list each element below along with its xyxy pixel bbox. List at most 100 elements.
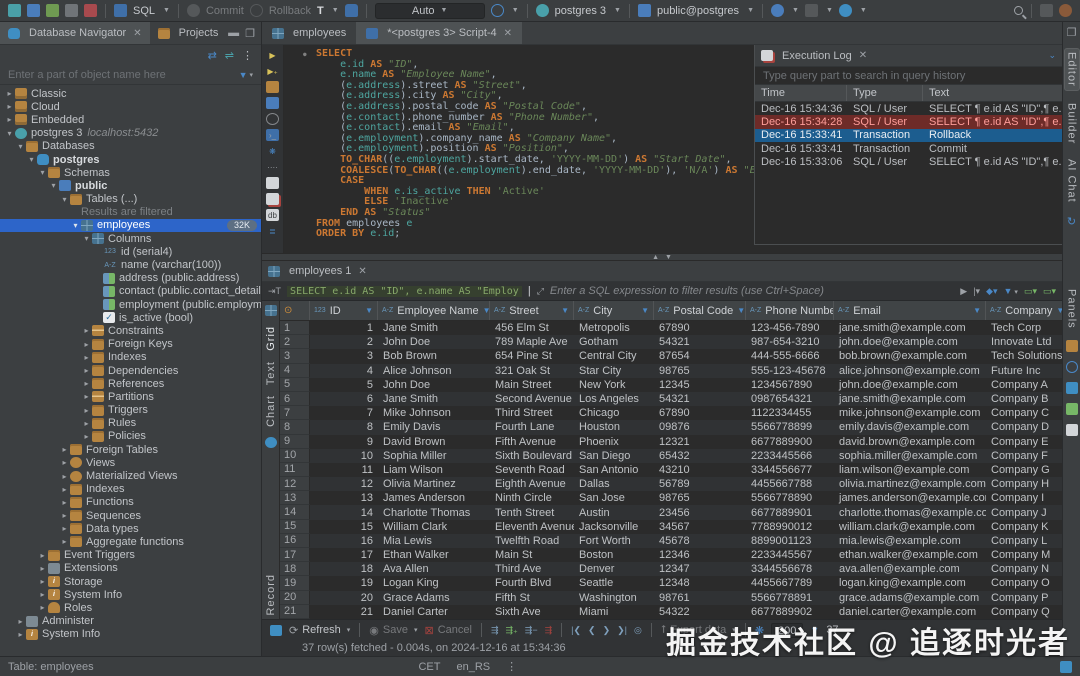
table-row[interactable]: 1616Mia LewisTwelfth RoadFort Worth45678…: [280, 534, 1062, 548]
grid-cell[interactable]: Dallas: [574, 477, 654, 491]
filter-funnel-icon[interactable]: ▼▾: [1004, 286, 1018, 296]
grid-cell[interactable]: 20: [310, 591, 378, 605]
grid-cell[interactable]: jane.smith@example.com: [834, 321, 986, 335]
statusbar-context[interactable]: Table: employees: [8, 661, 94, 673]
grid-cell[interactable]: Chicago: [574, 406, 654, 420]
grid-cell[interactable]: 5: [310, 378, 378, 392]
grid-cell[interactable]: 23456: [654, 505, 746, 519]
tree-chevron-icon[interactable]: ▸: [81, 340, 92, 349]
run-icon[interactable]: ▶: [266, 49, 279, 61]
plug-icon[interactable]: [65, 4, 78, 17]
grid-cell[interactable]: 18: [310, 562, 378, 576]
tree-chevron-icon[interactable]: ▸: [37, 590, 48, 599]
grid-view-icon[interactable]: [265, 305, 277, 316]
tree-filter-button[interactable]: T▼: [317, 5, 339, 17]
column-header-city[interactable]: A-ZCity▼: [574, 301, 654, 320]
table-row[interactable]: 77Mike JohnsonThird StreetChicago6789011…: [280, 406, 1062, 420]
tree-chevron-icon[interactable]: ▸: [59, 472, 70, 481]
grid-cell[interactable]: Olivia Martinez: [378, 477, 490, 491]
tree-chevron-icon[interactable]: ▸: [81, 379, 92, 388]
grid-cell[interactable]: 4: [310, 364, 378, 378]
grid-cell[interactable]: Company I: [986, 491, 1062, 505]
grid-cell[interactable]: San Diego: [574, 449, 654, 463]
tree-item-employees[interactable]: ▾employees32K: [0, 219, 261, 232]
grid-cell[interactable]: 21: [310, 605, 378, 619]
list-icon[interactable]: ≣: [266, 225, 279, 237]
tree-chevron-icon[interactable]: ▸: [81, 326, 92, 335]
grid-cell[interactable]: Company Q: [986, 605, 1062, 619]
locale-indicator[interactable]: en_RS: [456, 661, 490, 673]
sort-dropdown-icon[interactable]: ▼: [483, 306, 490, 315]
tree-item-databases[interactable]: ▾Databases: [0, 140, 261, 153]
grid-cell[interactable]: Charlotte Thomas: [378, 505, 490, 519]
grid-cell[interactable]: Star City: [574, 364, 654, 378]
grid-cell[interactable]: 43210: [654, 463, 746, 477]
tree-chevron-icon[interactable]: ▸: [37, 577, 48, 586]
row-number[interactable]: 16: [280, 534, 310, 548]
grid-cell[interactable]: 10: [310, 449, 378, 463]
grid-cell[interactable]: 14: [310, 505, 378, 519]
grid-cell[interactable]: 17: [310, 548, 378, 562]
tree-item-foreign-tables[interactable]: ▸Foreign Tables: [0, 443, 261, 456]
log-search-field[interactable]: Type query part to search in query histo…: [755, 67, 1062, 85]
tree-chevron-icon[interactable]: ▸: [59, 537, 70, 546]
timezone-indicator[interactable]: CET: [418, 661, 440, 673]
grid-cell[interactable]: Company P: [986, 591, 1062, 605]
tree-item-partitions[interactable]: ▸Partitions: [0, 390, 261, 403]
grid-cell[interactable]: Austin: [574, 505, 654, 519]
last-page-icon[interactable]: ❯|: [617, 625, 627, 636]
lock-icon[interactable]: [345, 4, 358, 17]
save-button[interactable]: ◉ Save▾: [369, 624, 417, 637]
grid-cell[interactable]: 15: [310, 520, 378, 534]
grid-cell[interactable]: 7: [310, 406, 378, 420]
tree-item-name-varchar-100-[interactable]: A-Zname (varchar(100)): [0, 258, 261, 271]
grid-cell[interactable]: San Antonio: [574, 463, 654, 477]
grid-cell[interactable]: 555-123-45678: [746, 364, 834, 378]
grid-cell[interactable]: jane.smith@example.com: [834, 392, 986, 406]
window-layout-icon[interactable]: [1040, 4, 1053, 17]
grid-cell[interactable]: Tech Solutions: [986, 349, 1062, 363]
grid-cell[interactable]: Tech Corp: [986, 321, 1062, 335]
grid-cell[interactable]: Phoenix: [574, 435, 654, 449]
view-grid-tab[interactable]: Grid: [265, 326, 277, 351]
grid-cell[interactable]: 54322: [654, 605, 746, 619]
view-record-tab[interactable]: Record: [265, 574, 277, 615]
sort-pill-icon[interactable]: ▭▾: [1024, 286, 1037, 297]
log-col-type[interactable]: Type: [847, 85, 923, 101]
grid-cell[interactable]: William Clark: [378, 520, 490, 534]
grid-cell[interactable]: 654 Pine St: [490, 349, 574, 363]
grid-cell[interactable]: 1: [310, 321, 378, 335]
expand-filter-icon[interactable]: ⤢: [537, 286, 544, 297]
column-header-street[interactable]: A-ZStreet▼: [490, 301, 574, 320]
csv-file-icon[interactable]: db: [266, 209, 279, 221]
table-row[interactable]: 1313James AndersonNinth CircleSan Jose98…: [280, 491, 1062, 505]
grid-cell[interactable]: mia.lewis@example.com: [834, 534, 986, 548]
new-file-icon[interactable]: [266, 177, 279, 189]
row-number[interactable]: 5: [280, 378, 310, 392]
tree-item-extensions[interactable]: ▸Extensions: [0, 562, 261, 575]
tab-employees[interactable]: employees: [262, 22, 356, 44]
log-row[interactable]: Dec-16 15:33:41TransactionCommit: [755, 142, 1062, 155]
filter-sql-text[interactable]: SELECT e.id AS "ID", e.name AS "Employ: [287, 286, 522, 297]
tree-chevron-icon[interactable]: ▸: [15, 630, 26, 639]
minimize-panel-icon[interactable]: ▬: [228, 27, 239, 39]
collapse-all-icon[interactable]: ⇄: [208, 49, 217, 62]
grid-cell[interactable]: john.doe@example.com: [834, 378, 986, 392]
row-number[interactable]: 15: [280, 520, 310, 534]
grid-cell[interactable]: 1122334455: [746, 406, 834, 420]
table-row[interactable]: 66Jane SmithSecond AvenueLos Angeles5432…: [280, 392, 1062, 406]
tab-projects[interactable]: Projects: [150, 22, 227, 44]
grid-cell[interactable]: ethan.walker@example.com: [834, 548, 986, 562]
row-number[interactable]: 11: [280, 463, 310, 477]
script-icon[interactable]: [266, 81, 279, 93]
tree-chevron-icon[interactable]: ▸: [59, 511, 70, 520]
row-number[interactable]: 2: [280, 335, 310, 349]
history-dropdown-icon[interactable]: |▾: [973, 286, 980, 297]
grid-cell[interactable]: james.anderson@example.com: [834, 491, 986, 505]
row-number[interactable]: 20: [280, 591, 310, 605]
grid-cell[interactable]: 2233445567: [746, 548, 834, 562]
tree-item-administer[interactable]: ▸Administer: [0, 615, 261, 628]
tree-item-employment-public-employment-[interactable]: employment (public.employment_: [0, 298, 261, 311]
grid-cell[interactable]: Houston: [574, 420, 654, 434]
chevron-down-icon[interactable]: ⌄: [1048, 50, 1056, 61]
